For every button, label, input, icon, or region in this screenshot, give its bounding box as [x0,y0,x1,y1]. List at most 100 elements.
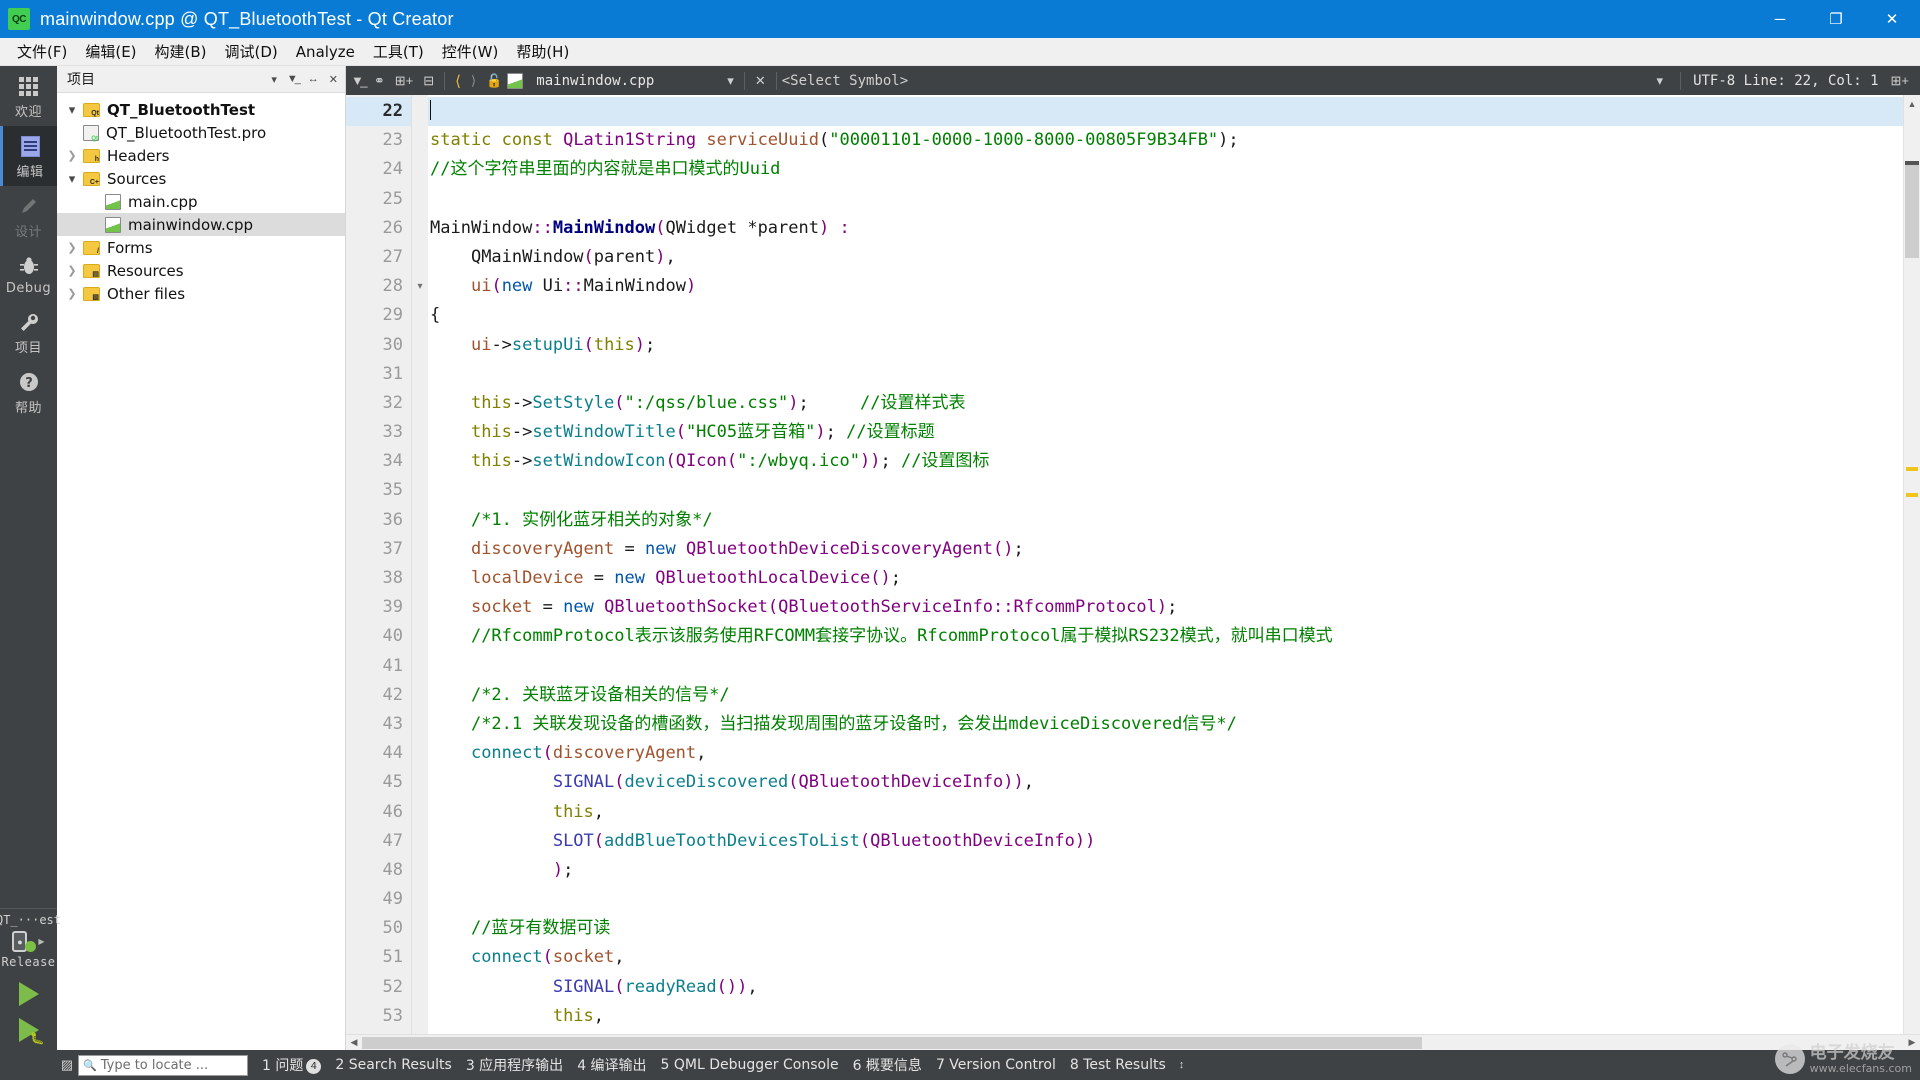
code-line[interactable]: SIGNAL(deviceDiscovered(QBluetoothDevice… [428,768,1903,797]
code-line[interactable]: SIGNAL(readyRead()), [428,973,1903,1002]
chevron-right-icon[interactable] [61,287,83,300]
fold-toggle-icon[interactable]: ▾ [412,272,428,301]
mode-debug[interactable]: Debug [0,246,57,302]
code-line[interactable]: { [428,301,1903,330]
code-line[interactable]: SLOT(readBluetoothDataEvent()) [428,1031,1903,1034]
chevron-down-icon[interactable]: ▾ [722,73,739,89]
close-icon[interactable]: ✕ [750,73,771,89]
tree-item-forms[interactable]: Forms [57,236,345,259]
status-item-general-messages[interactable]: 6 概要信息 [846,1055,929,1075]
mode-edit[interactable]: 编辑 [0,126,57,186]
chevron-down-icon[interactable] [61,171,83,187]
mode-help[interactable]: ? 帮助 [0,362,57,422]
menu-build[interactable]: 构建(B) [146,38,216,65]
chevron-right-icon[interactable] [61,264,83,277]
code-line[interactable]: static const QLatin1String serviceUuid("… [428,126,1903,155]
symbol-selector[interactable]: <Select Symbol> [782,73,908,89]
code-line[interactable]: this, [428,1002,1903,1031]
code-line[interactable] [428,360,1903,389]
toggle-sidebar-icon[interactable]: ▨ [58,1057,76,1073]
tree-item-headers[interactable]: Headers [57,144,345,167]
filter-icon[interactable]: ▼̲ [284,73,301,85]
nav-forward-icon[interactable]: ⟩ [466,73,481,89]
menu-analyze[interactable]: Analyze [287,40,364,64]
menu-help[interactable]: 帮助(H) [507,38,578,65]
code-line[interactable]: /*2. 关联蓝牙设备相关的信号*/ [428,681,1903,710]
chevron-down-icon[interactable]: ▾ [1652,73,1669,89]
menu-tools[interactable]: 工具(T) [364,38,433,65]
code-line[interactable] [428,476,1903,505]
split-icon[interactable]: ⊞+ [390,73,418,89]
code-line[interactable] [428,652,1903,681]
scroll-left-icon[interactable]: ◀ [346,1037,362,1048]
code-line[interactable]: ); [428,856,1903,885]
code-line[interactable]: this, [428,798,1903,827]
code-line[interactable]: discoveryAgent = new QBluetoothDeviceDis… [428,535,1903,564]
chevron-right-icon[interactable] [61,241,83,254]
code-line[interactable]: QMainWindow(parent), [428,243,1903,272]
code-line[interactable]: connect(discoveryAgent, [428,739,1903,768]
code-line[interactable]: this->setWindowTitle("HC05蓝牙音箱"); //设置标题 [428,418,1903,447]
hscroll-track[interactable] [362,1036,1904,1049]
editor-vertical-scrollbar[interactable]: ▲ [1903,95,1920,1034]
code-line[interactable]: SLOT(addBlueToothDevicesToList(QBluetoot… [428,827,1903,856]
tree-item-project-root[interactable]: QT_BluetoothTest [57,98,345,121]
chevron-down-icon[interactable]: ▾ [268,73,280,86]
code-line[interactable]: /*2.1 关联发现设备的槽函数，当扫描发现周围的蓝牙设备时，会发出mdevic… [428,710,1903,739]
filter-icon[interactable]: ▼̲ [346,73,369,88]
menu-window[interactable]: 控件(W) [433,38,508,65]
mode-design[interactable]: 设计 [0,186,57,246]
code-line[interactable]: /*1. 实例化蓝牙相关的对象*/ [428,506,1903,535]
locator-input[interactable]: 🔍 Type to locate ... [78,1054,248,1076]
code-line[interactable]: this->setWindowIcon(QIcon(":/wbyq.ico"))… [428,447,1903,476]
close-split-icon[interactable]: ⊟ [418,73,439,89]
run-debug-icon[interactable]: 🐛 [18,1018,45,1045]
menu-edit[interactable]: 编辑(E) [76,38,145,65]
tree-item-resources[interactable]: Resources [57,259,345,282]
code-line[interactable]: socket = new QBluetoothSocket(QBluetooth… [428,593,1903,622]
maximize-button[interactable]: ❐ [1808,0,1864,38]
code-line[interactable]: ui(new Ui::MainWindow) [428,272,1903,301]
code-line[interactable]: //蓝牙有数据可读 [428,914,1903,943]
menu-file[interactable]: 文件(F) [8,38,76,65]
tree-item-sources[interactable]: Sources [57,167,345,190]
close-button[interactable]: ✕ [1864,0,1920,38]
scroll-up-icon[interactable]: ▲ [1904,95,1920,112]
nav-back-icon[interactable]: ⟨ [450,72,466,90]
scrollbar-thumb[interactable] [1905,161,1919,258]
scroll-right-icon[interactable]: ▶ [1904,1037,1920,1048]
kit-selector[interactable]: QT_···est ● ▶ Release 🐛 [0,908,61,1050]
link-editors-icon[interactable]: ⚭ [369,73,390,89]
status-item-qml-debugger[interactable]: 5 QML Debugger Console [654,1057,846,1073]
code-line[interactable] [428,97,1903,127]
split-icon[interactable]: ⊞+ [1886,73,1914,89]
close-icon[interactable]: ✕ [326,73,341,86]
code-line[interactable]: connect(socket, [428,943,1903,972]
editor-horizontal-scrollbar[interactable]: ◀ ▶ [346,1034,1920,1050]
code-line[interactable]: MainWindow::MainWindow(QWidget *parent) … [428,214,1903,243]
sync-icon[interactable]: ↔ [305,73,322,85]
status-item-version-control[interactable]: 7 Version Control [929,1057,1063,1073]
tree-item-other-files[interactable]: Other files [57,282,345,305]
run-play-icon[interactable] [18,982,39,1006]
status-item-compile-output[interactable]: 4 编译输出 [570,1055,653,1075]
status-item-test-results[interactable]: 8 Test Results [1063,1057,1173,1073]
code-line[interactable] [428,185,1903,214]
chevron-right-icon[interactable] [61,149,83,162]
code-line[interactable] [428,885,1903,914]
menu-debug[interactable]: 调试(D) [216,38,287,65]
tree-item-pro-file[interactable]: QT_BluetoothTest.pro [57,121,345,144]
code-line[interactable]: ui->setupUi(this); [428,331,1903,360]
code-content[interactable]: static const QLatin1String serviceUuid("… [428,95,1903,1034]
chevron-down-icon[interactable] [61,102,83,118]
tree-item-main-cpp[interactable]: main.cpp [57,190,345,213]
mode-projects[interactable]: 项目 [0,302,57,362]
unlocked-icon[interactable]: 🔓 [481,73,507,89]
updown-arrows-icon[interactable]: ↕ [1173,1059,1191,1071]
code-line[interactable]: this->SetStyle(":/qss/blue.css"); //设置样式… [428,389,1903,418]
minimize-button[interactable]: ─ [1752,0,1808,38]
status-item-search-results[interactable]: 2 Search Results [328,1057,458,1073]
code-line[interactable]: //RfcommProtocol表示该服务使用RFCOMM套接字协议。Rfcom… [428,622,1903,651]
hscrollbar-thumb[interactable] [362,1036,1422,1049]
mode-welcome[interactable]: 欢迎 [0,66,57,126]
